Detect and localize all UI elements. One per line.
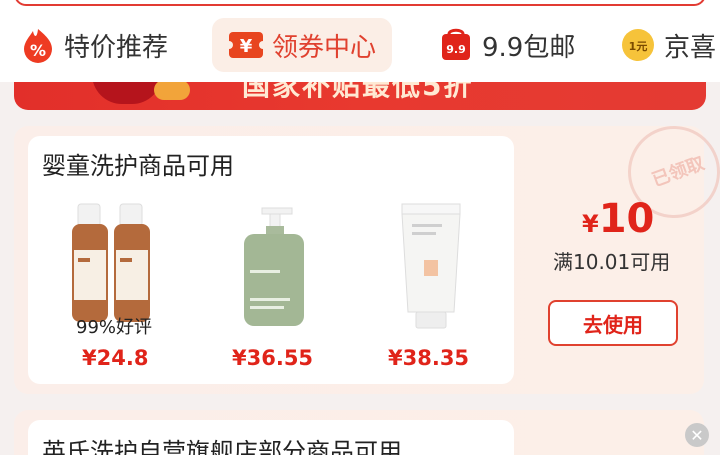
one-yuan-icon: 1元 xyxy=(620,27,656,63)
nine-nine-icon: 9.9 xyxy=(438,27,474,63)
nine-nine-icon-text: 9.9 xyxy=(446,43,466,56)
yen-coupon-icon: ¥ xyxy=(228,27,264,63)
coupon-title: 婴童洗护商品可用 xyxy=(42,152,234,180)
search-bar-edge xyxy=(14,0,706,6)
tab-special-offer[interactable]: % 特价推荐 xyxy=(20,18,168,72)
tab-nine-nine-free-shipping[interactable]: 9.9 9.9包邮 xyxy=(438,18,575,72)
use-coupon-button[interactable]: 去使用 xyxy=(548,300,678,346)
close-icon[interactable]: ✕ xyxy=(685,423,709,447)
tab-label: 领券中心 xyxy=(272,32,377,63)
percent-icon: % xyxy=(20,27,56,63)
svg-text:%: % xyxy=(30,41,46,60)
currency-symbol: ¥ xyxy=(582,210,599,238)
product-price: ¥36.55 xyxy=(232,346,314,370)
one-yuan-icon-text: 1元 xyxy=(629,40,648,53)
category-tab-bar: % 特价推荐 ¥ 领券中心 9.9 9.9包邮 1元 京喜 xyxy=(0,0,720,82)
svg-text:¥: ¥ xyxy=(240,36,253,57)
tab-coupon-center[interactable]: ¥ 领券中心 xyxy=(212,18,393,72)
banner-fruit-image xyxy=(154,80,190,100)
product-price: ¥38.35 xyxy=(388,346,470,370)
tab-label: 京喜 xyxy=(664,32,717,63)
product-image-spray[interactable] xyxy=(68,200,158,330)
coupon-amount-value: 10 xyxy=(598,196,655,242)
tab-label: 9.9包邮 xyxy=(482,32,576,63)
product-image-pump-bottle[interactable] xyxy=(236,200,316,330)
coupon-center-page: % 特价推荐 ¥ 领券中心 9.9 9.9包邮 1元 京喜 国家补贴最低5折 已… xyxy=(0,0,720,455)
product-rating: 99%好评 xyxy=(76,317,153,338)
coupon-amount: ¥10 xyxy=(582,196,654,242)
product-image-tube[interactable] xyxy=(396,200,476,330)
coupon-title: 英氏洗护自营旗舰店部分商品可用 xyxy=(42,438,402,455)
tab-label: 特价推荐 xyxy=(64,32,169,63)
product-price: ¥24.8 xyxy=(82,346,149,370)
tab-jingxi[interactable]: 1元 京喜 xyxy=(620,18,716,72)
coupon-threshold: 满10.01可用 xyxy=(553,250,671,274)
claimed-stamp-text: 已领取 xyxy=(649,152,708,192)
